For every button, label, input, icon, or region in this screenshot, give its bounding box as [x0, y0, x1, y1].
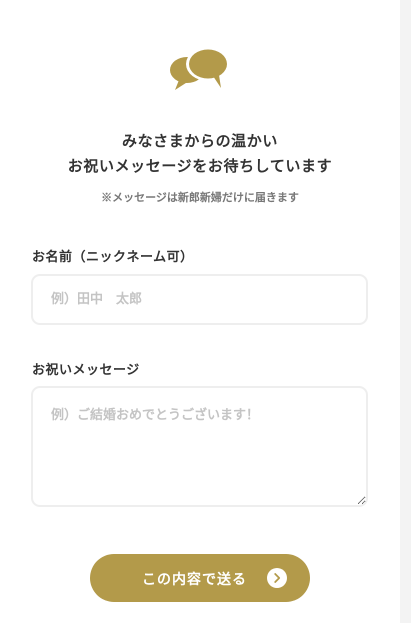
privacy-note: ※メッセージは新郎新婦だけに届きます: [101, 191, 299, 204]
message-textarea[interactable]: [31, 386, 368, 507]
headline-line-1: みなさまからの温かい: [121, 132, 278, 150]
submit-button-label: この内容で送る: [142, 572, 247, 588]
name-input[interactable]: [31, 274, 368, 325]
headline-line-2: お祝いメッセージをお待ちしています: [67, 157, 333, 175]
speech-bubbles-icon: [169, 44, 233, 94]
submit-button[interactable]: この内容で送る: [90, 554, 310, 602]
chevron-right-circle-icon: [267, 568, 287, 588]
message-label: お祝いメッセージ: [32, 363, 140, 378]
name-label: お名前（ニックネーム可）: [32, 250, 194, 265]
scroll-edge: [400, 0, 411, 623]
